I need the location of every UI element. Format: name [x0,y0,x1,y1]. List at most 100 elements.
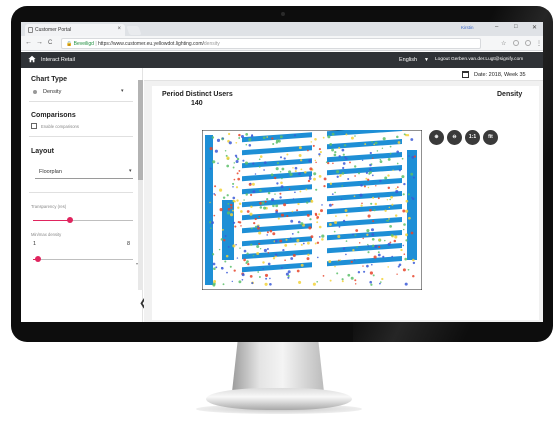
minimize-icon[interactable]: – [495,24,498,30]
heat-dot [279,170,282,173]
density-max-value: 8 [127,241,131,247]
heat-dot [236,199,239,202]
heat-dot [374,244,378,248]
heat-dot [316,216,320,219]
heat-dot [288,188,291,190]
sidebar-scrollbar-thumb[interactable] [138,80,143,180]
heat-dot [269,282,272,286]
heat-dot [313,177,316,181]
heat-dot [210,227,212,229]
zoom-out-button[interactable]: ⊖ [447,130,462,145]
heat-dot [279,156,283,159]
heat-dot [254,173,257,175]
heat-dot [394,235,398,239]
heat-dot [318,213,321,216]
language-selector[interactable]: English [399,57,417,63]
heat-dot [403,253,406,255]
reload-icon[interactable]: C [48,40,52,46]
heat-dot [368,172,371,175]
heat-dot [370,228,375,232]
heat-dot [251,182,255,186]
zoom-in-button[interactable]: ⊕ [429,130,444,145]
chart-type-select[interactable]: Density [43,89,61,95]
heat-dot [296,269,300,273]
density-slider[interactable] [33,259,133,260]
heat-dot [412,258,415,262]
heat-dot [350,260,353,264]
heat-dot [274,176,277,180]
zoom-reset-button[interactable]: 1:1 [465,130,480,145]
heat-dot [331,193,334,195]
heat-dot [329,279,332,282]
heat-dot [287,274,290,278]
heat-dot [319,151,322,154]
heat-dot [227,202,230,205]
chevron-down-icon[interactable]: ▾ [129,168,132,174]
zoom-fit-button[interactable]: fit [483,130,498,145]
heat-dot [410,231,414,235]
heat-dot [226,211,231,215]
heat-dot [316,221,319,224]
heat-dot [234,225,237,228]
heat-dot [318,148,321,151]
home-icon[interactable] [28,55,36,63]
maximize-icon[interactable]: □ [514,24,518,30]
enable-comparisons-checkbox[interactable] [31,123,37,129]
heat-dot [258,158,261,161]
heat-dot [353,259,356,261]
heat-dot [373,209,376,212]
transparency-slider-handle[interactable] [67,217,73,223]
heat-dot [241,273,245,277]
menu-icon[interactable]: ⋮ [536,40,542,47]
heat-dot [267,191,271,195]
chevron-down-icon[interactable]: ▼ [424,57,429,63]
heat-dot [266,231,269,234]
heat-dot [367,243,369,246]
heat-dot [215,266,218,269]
heat-dot [362,237,364,240]
heat-dot [306,213,310,217]
density-slider-handle[interactable] [35,256,41,262]
heat-dot [405,209,409,213]
heat-dot [217,162,219,165]
heat-dot [221,137,224,140]
heat-dot [350,136,354,140]
heat-dot [270,173,274,177]
heat-dot [259,247,262,250]
heat-dot [382,255,385,259]
heat-dot [369,168,372,171]
floorplan-heatmap[interactable] [202,130,422,290]
layout-select[interactable]: Floorplan [39,169,62,175]
heat-dot [294,191,296,194]
logout-link[interactable]: Logout Gerben.van.der.Lugt@signify.com [435,57,523,62]
heat-dot [269,229,273,233]
extension-icon[interactable] [525,40,531,46]
heat-dot [266,136,269,138]
heat-dot [297,220,301,224]
back-icon[interactable]: ← [25,39,32,46]
sidebar: Chart Type Density ▾ Comparisons Enable … [21,68,143,322]
extension-icon[interactable] [513,40,519,46]
heat-dot [403,223,406,226]
chevron-down-icon[interactable]: ▾ [121,88,124,94]
heat-dot [232,182,235,185]
address-bar[interactable]: 🔒 Beveiligd | https://www.customer.eu.ye… [61,38,481,49]
heat-dot [358,242,361,244]
calendar-icon[interactable] [462,71,469,78]
browser-tab[interactable]: Customer Portal × [25,24,125,36]
close-tab-icon[interactable]: × [117,26,121,32]
star-icon[interactable]: ☆ [501,40,506,47]
new-tab-button[interactable] [126,26,142,35]
heat-dot [237,177,241,181]
forward-icon[interactable]: → [36,39,43,46]
radio-icon[interactable] [33,90,37,94]
heat-dot [320,209,323,213]
date-text[interactable]: Date: 2018, Week 35 [474,72,526,78]
close-window-icon[interactable]: ✕ [532,24,537,31]
heat-dot [389,198,391,201]
heat-dot [284,244,288,247]
heat-dot [280,266,283,269]
heat-dot [341,172,345,175]
heat-dot [369,271,373,275]
profile-name[interactable]: Kirstin [461,25,474,30]
